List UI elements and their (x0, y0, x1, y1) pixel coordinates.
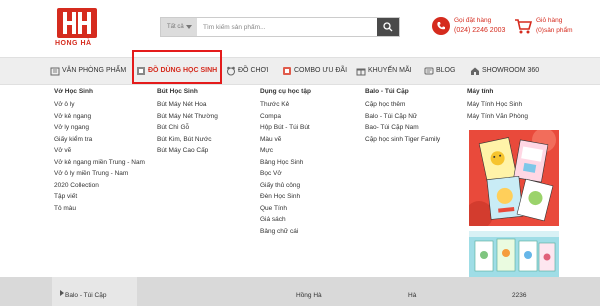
menu-item[interactable]: Giá sách (260, 214, 311, 226)
menu-item[interactable]: Đèn Học Sinh (260, 191, 311, 203)
menu-item[interactable]: Tập viết (54, 191, 145, 203)
nav-label: ĐỒ CHƠI (238, 67, 269, 74)
menu-item[interactable]: Cặp học thêm (365, 99, 440, 111)
nav-label: BLOG (436, 67, 456, 74)
menu-item[interactable]: Bút Chì Gỗ (157, 122, 218, 134)
menu-item[interactable]: Bọc Vở (260, 168, 311, 180)
menu-column-heading[interactable]: Bút Học Sinh (157, 88, 218, 99)
menu-item[interactable]: Vở ly ngang (54, 122, 145, 134)
menu-column-pens: Bút Học Sinh Bút Máy Nét Hoa Bút Máy Nét… (157, 88, 218, 157)
menu-item[interactable]: Bút Máy Nét Thường (157, 111, 218, 123)
menu-item[interactable]: Vở ô ly (54, 99, 145, 111)
cart-label: Giỏ hàng (536, 17, 563, 24)
caret-right-icon (60, 290, 64, 296)
menu-item[interactable]: Bút Kim, Bút Nước (157, 134, 218, 146)
menu-column-heading[interactable]: Vở Học Sinh (54, 88, 145, 99)
blog-icon (424, 67, 434, 75)
menu-item[interactable]: Que Tính (260, 203, 311, 215)
background-text: 2236 (512, 292, 527, 299)
background-text: Hồng Hà (296, 292, 322, 299)
menu-item[interactable]: Hộp Bút - Túi Bút (260, 122, 311, 134)
nav-label: KHUYẾN MÃI (368, 67, 412, 74)
search-bar: Tất cả (160, 17, 400, 37)
hotline-label: Gọi đặt hàng (454, 17, 492, 24)
nav-label: VĂN PHÒNG PHẨM (62, 67, 127, 74)
logo-mark (57, 8, 97, 38)
menu-item[interactable]: Bao- Túi Cặp Nam (365, 122, 440, 134)
menu-item[interactable]: Compa (260, 111, 311, 123)
phone-icon (432, 17, 450, 35)
menu-item[interactable]: Mực (260, 145, 311, 157)
promo-banner-notebooks[interactable] (469, 130, 559, 226)
cart-count: (0)sản phẩm (536, 27, 573, 34)
menu-item[interactable]: Vở vẽ (54, 145, 145, 157)
menu-item[interactable]: Vở ô ly miền Trung - Nam (54, 168, 145, 180)
search-button[interactable] (377, 18, 399, 36)
gift-icon (356, 68, 366, 76)
menu-item[interactable]: Cặp học sinh Tiger Family (365, 134, 440, 146)
chevron-down-icon (186, 25, 192, 29)
menu-item[interactable]: Máy Tính Học Sinh (467, 99, 528, 111)
hotline-number: (024) 2246 2003 (454, 27, 506, 34)
menu-item[interactable]: Màu vẽ (260, 134, 311, 146)
menu-item[interactable]: Giấy thủ công (260, 180, 311, 192)
search-input[interactable] (201, 18, 371, 36)
menu-item[interactable]: Balo - Túi Cặp Nữ (365, 111, 440, 123)
menu-item[interactable]: Vở kẻ ngang miền Trung - Nam (54, 157, 145, 169)
brand-logo[interactable]: HONG HÀ (55, 8, 97, 48)
menu-item[interactable]: Bảng Học Sinh (260, 157, 311, 169)
menu-item[interactable]: Vở kẻ ngang (54, 111, 145, 123)
menu-item[interactable]: Bảng chữ cái (260, 226, 311, 238)
menu-column-notebooks: Vở Học Sinh Vở ô ly Vở kẻ ngang Vở ly ng… (54, 88, 145, 214)
annotation-highlight-box (132, 50, 222, 84)
menu-column-calculators: Máy tính Máy Tính Học Sinh Máy Tính Văn … (467, 88, 528, 122)
menu-column-heading[interactable]: Máy tính (467, 88, 528, 99)
menu-item[interactable]: Thước Kẻ (260, 99, 311, 111)
office-supplies-icon (50, 67, 60, 76)
promo-banner-kids[interactable] (469, 231, 559, 277)
search-icon (383, 22, 393, 32)
menu-item[interactable]: Giấy kiểm tra (54, 134, 145, 146)
main-nav: VĂN PHÒNG PHẨM ĐỒ DÙNG HỌC SINH ĐỒ CHƠI … (0, 57, 600, 85)
site-header: HONG HÀ Tất cả Gọi đặt hàng (024) 2246 2… (0, 0, 600, 56)
nav-label: SHOWROOM 360 (482, 67, 540, 74)
menu-column-school-tools: Dụng cụ học tập Thước Kẻ Compa Hộp Bút -… (260, 88, 311, 237)
menu-item[interactable]: Tô màu (54, 203, 145, 215)
background-text: Hà (408, 292, 417, 299)
notebooks-illustration (469, 130, 559, 226)
combo-icon (283, 67, 291, 75)
cart[interactable]: Giỏ hàng (0)sản phẩm (514, 15, 594, 41)
logo-text: HONG HÀ (55, 40, 92, 47)
search-category-label: Tất cả (167, 24, 184, 30)
mega-menu: Vở Học Sinh Vở ô ly Vở kẻ ngang Vở ly ng… (52, 85, 568, 277)
toy-icon (227, 66, 235, 76)
nav-label: COMBO ƯU ĐÃI (294, 67, 348, 74)
menu-column-heading[interactable]: Dụng cụ học tập (260, 88, 311, 99)
menu-column-backpacks: Balo - Túi Cặp Cặp học thêm Balo - Túi C… (365, 88, 440, 145)
search-category-select[interactable]: Tất cả (161, 18, 197, 36)
menu-item[interactable]: 2020 Collection (54, 180, 145, 192)
kids-notebooks-illustration (469, 231, 559, 277)
hotline[interactable]: Gọi đặt hàng (024) 2246 2003 (432, 15, 512, 41)
sidebar-category-label[interactable]: Balo - Túi Cặp (65, 292, 106, 299)
menu-item[interactable]: Bút Máy Cao Cấp (157, 145, 218, 157)
menu-column-heading[interactable]: Balo - Túi Cặp (365, 88, 440, 99)
menu-item[interactable]: Máy Tính Văn Phòng (467, 111, 528, 123)
showroom-icon (471, 67, 479, 75)
cart-icon (515, 19, 532, 34)
menu-item[interactable]: Bút Máy Nét Hoa (157, 99, 218, 111)
